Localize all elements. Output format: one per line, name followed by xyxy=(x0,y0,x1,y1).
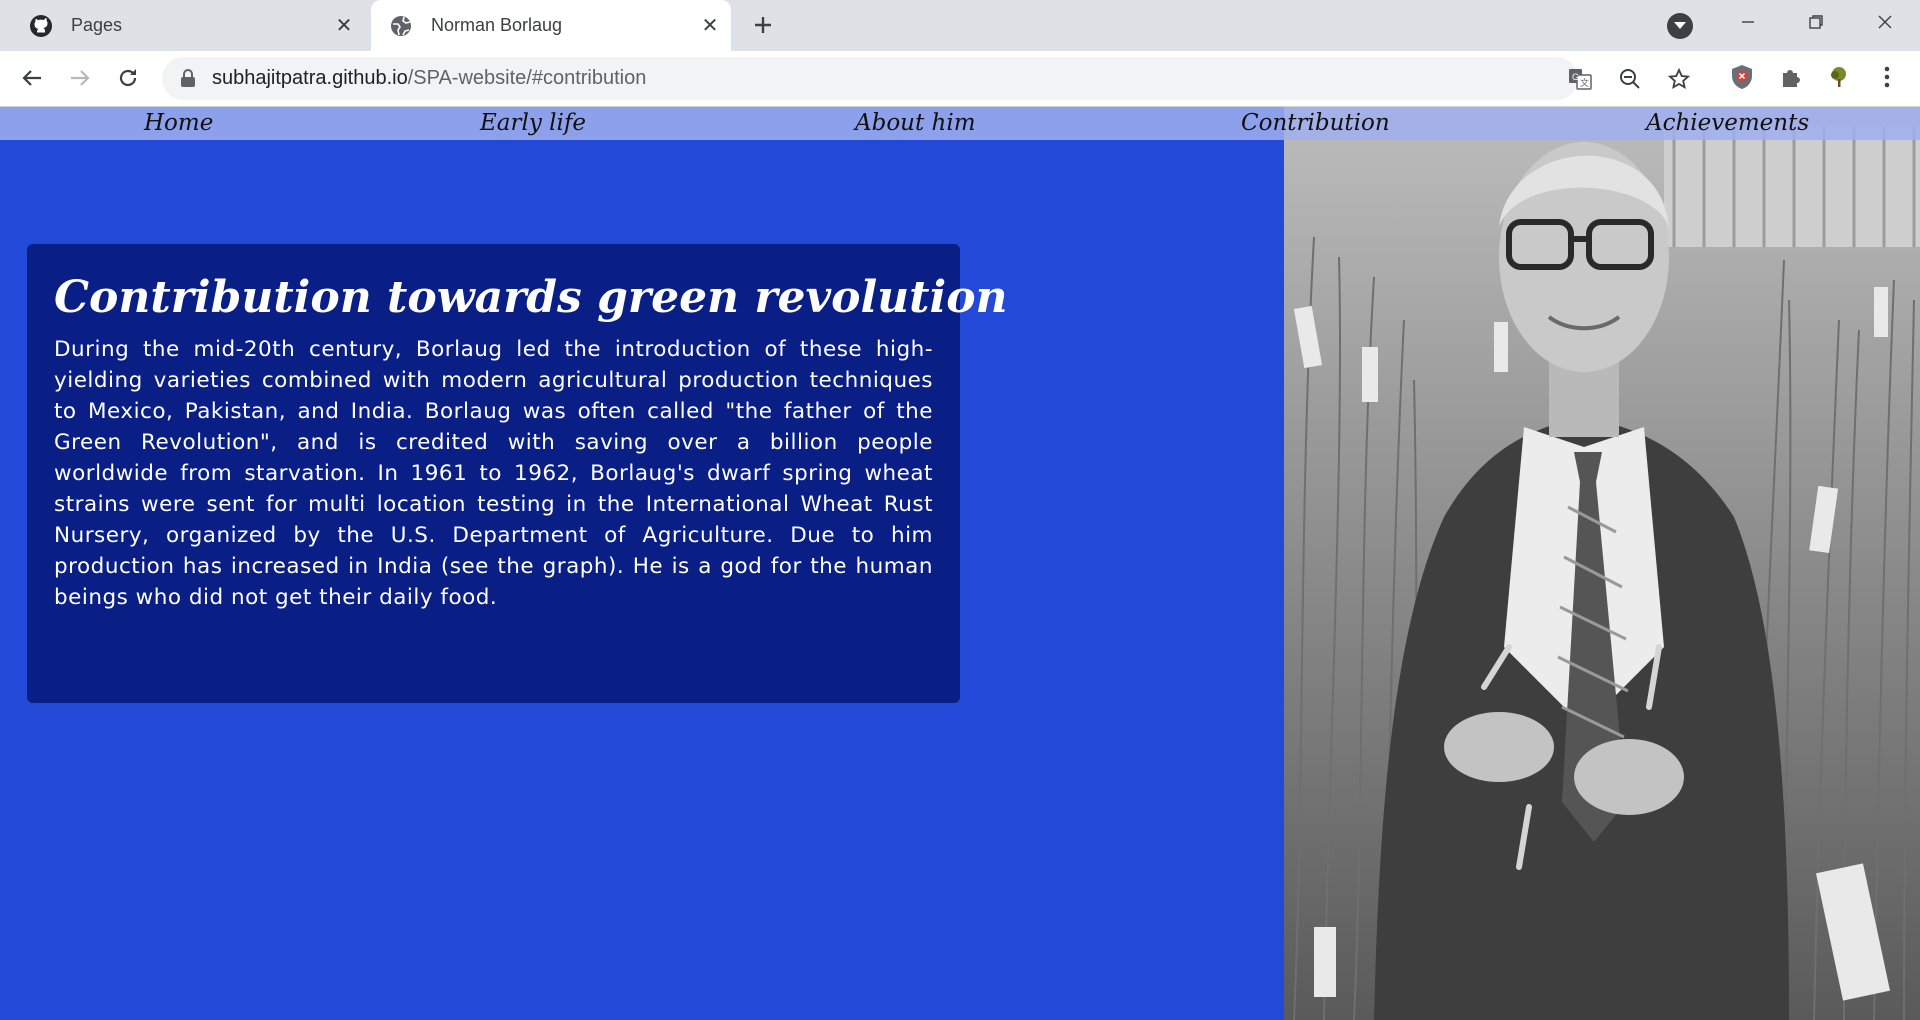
tree-extension-icon[interactable] xyxy=(1823,61,1855,93)
lock-icon[interactable] xyxy=(180,69,196,92)
url-path: /SPA-website/#contribution xyxy=(407,67,647,89)
section-heading: Contribution towards green revolution xyxy=(54,272,1008,323)
svg-text:G: G xyxy=(1572,72,1579,82)
url-host: subhajitpatra.github.io xyxy=(212,67,408,89)
minimize-icon[interactable] xyxy=(1720,0,1776,44)
translate-icon[interactable]: G文 xyxy=(1567,66,1593,92)
browser-toolbar: subhajitpatra.github.io/SPA-website/#con… xyxy=(0,51,1920,107)
new-tab-button[interactable] xyxy=(748,10,778,40)
url-text: subhajitpatra.github.io/SPA-website/#con… xyxy=(212,57,646,100)
site-nav: Home Early life About him Contribution A… xyxy=(0,107,1920,140)
close-tab-icon[interactable]: ✕ xyxy=(699,15,721,37)
extensions-puzzle-icon[interactable] xyxy=(1775,61,1807,93)
tab-norman-borlaug[interactable]: Norman Borlaug ✕ xyxy=(371,0,731,51)
tab-title: Norman Borlaug xyxy=(431,15,563,35)
bookmark-star-icon[interactable] xyxy=(1666,66,1692,92)
svg-text:文: 文 xyxy=(1580,77,1589,88)
restore-icon[interactable] xyxy=(1788,0,1844,44)
forward-icon[interactable] xyxy=(63,61,97,95)
borlaug-photo xyxy=(1284,107,1920,1020)
nav-home[interactable]: Home xyxy=(144,107,213,140)
tab-search-icon[interactable] xyxy=(1667,13,1693,39)
page-viewport: Home Early life About him Contribution A… xyxy=(0,107,1920,1020)
address-bar[interactable]: subhajitpatra.github.io/SPA-website/#con… xyxy=(162,57,1690,100)
adblock-shield-icon[interactable] xyxy=(1726,61,1758,93)
more-menu-icon[interactable] xyxy=(1871,61,1903,93)
back-icon[interactable] xyxy=(15,61,49,95)
nav-about-him[interactable]: About him xyxy=(855,107,976,140)
section-body: During the mid-20th century, Borlaug led… xyxy=(54,337,933,610)
nav-achievements[interactable]: Achievements xyxy=(1646,107,1809,140)
zoom-out-icon[interactable] xyxy=(1617,66,1643,92)
nav-early-life[interactable]: Early life xyxy=(480,107,586,140)
tab-title: Pages xyxy=(71,15,123,35)
reload-icon[interactable] xyxy=(111,61,145,95)
github-icon xyxy=(29,14,53,38)
globe-icon xyxy=(389,14,413,38)
tab-pages[interactable]: Pages ✕ xyxy=(0,0,365,51)
nav-contribution[interactable]: Contribution xyxy=(1241,107,1390,140)
tab-strip: Pages ✕ Norman Borlaug ✕ xyxy=(0,0,1920,51)
close-tab-icon[interactable]: ✕ xyxy=(333,15,355,37)
contribution-card: Contribution towards green revolution Du… xyxy=(27,244,1008,703)
close-window-icon[interactable] xyxy=(1857,0,1913,44)
